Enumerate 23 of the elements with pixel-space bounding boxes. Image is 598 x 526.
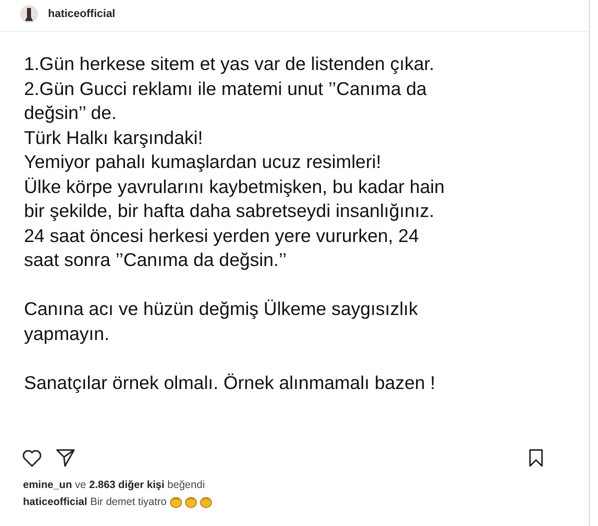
heart-icon[interactable] bbox=[22, 449, 42, 467]
post-text-line: Yemiyor pahalı kumaşlardan ucuz resimleri! bbox=[24, 150, 382, 174]
post-text-line: değsin’’ de. bbox=[24, 101, 118, 125]
username[interactable]: haticeofficial bbox=[48, 8, 116, 20]
post-text-line: 24 saat öncesi herkesi yerden yere vururken, 24 bbox=[24, 224, 420, 248]
likes-verb: beğendi bbox=[167, 478, 205, 490]
post-text-line: bir şekilde, bir hafta daha sabretseydi insanlığınız. bbox=[24, 199, 436, 223]
likes-connector: ve bbox=[75, 478, 86, 490]
post-text-line: Türk Halkı karşındaki! bbox=[24, 126, 204, 150]
post-text-line: Ülke körpe yavrularını kaybetmişken, bu kadar hain bbox=[24, 174, 446, 199]
post-text-line: saat sonra ’’Canıma da değsin.’’ bbox=[24, 248, 288, 272]
caption-username[interactable]: haticeofficial bbox=[23, 496, 88, 508]
send-icon[interactable] bbox=[56, 449, 75, 467]
avatar-icon[interactable] bbox=[20, 5, 38, 23]
post-text-line: 1.Gün herkese sitem et yas var de listenden çıkar. bbox=[24, 52, 436, 76]
post-text-line: yapmayın. bbox=[24, 322, 110, 346]
post-text-line: 2.Gün Gucci reklamı ile matemi unut ’’Canıma da bbox=[24, 76, 428, 100]
post-text-line: Sanatçılar örnek olmalı. Örnek alınmamalı bazen ! bbox=[24, 370, 436, 395]
bookmark-icon[interactable] bbox=[529, 449, 543, 467]
liker-username[interactable]: emine_un bbox=[23, 478, 72, 490]
post-text-line: Canına acı ve hüzün değmiş Ülkeme saygısızlık bbox=[24, 297, 419, 321]
likes-count[interactable]: 2.863 diğer kişi bbox=[89, 478, 164, 490]
caption-text: Bir demet tiyatro bbox=[90, 496, 167, 508]
